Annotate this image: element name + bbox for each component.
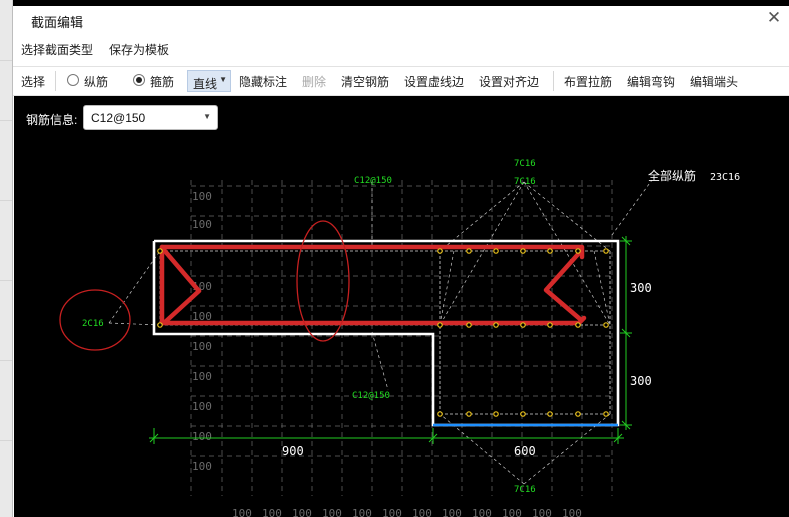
annotation-bottom: 7C16	[514, 485, 536, 495]
grid-label: 100	[472, 507, 492, 517]
title-bar: 截面编辑 ✕	[13, 6, 789, 33]
menu-bar: 选择截面类型 保存为模板	[13, 37, 789, 59]
grid-label: 100	[192, 400, 212, 413]
dimension-labels: 300 300 900 600	[282, 281, 652, 458]
annotation-top-1: 7C16	[514, 159, 536, 169]
grid-label: 100	[562, 507, 582, 517]
annotation-top-2: 7C16	[514, 177, 536, 187]
grid-label: 100	[352, 507, 372, 517]
grid-label: 100	[192, 430, 212, 443]
window-title: 截面编辑	[31, 15, 84, 30]
delete-button[interactable]: 删除	[302, 73, 326, 90]
set-align-edge-button[interactable]: 设置对齐边	[479, 73, 539, 90]
set-virtual-edge-button[interactable]: 设置虚线边	[404, 73, 464, 90]
annotation-left: 2C16	[82, 319, 104, 329]
section-drawing: 100 100 100 100 100 100 100 100 100 100 …	[59, 159, 740, 517]
dim-bottom-right: 600	[514, 444, 536, 458]
stirrup-line	[159, 244, 587, 326]
grid-label: 100	[412, 507, 432, 517]
grid-label: 100	[322, 507, 342, 517]
dim-right-bottom: 300	[630, 374, 652, 388]
grid-lines	[190, 180, 614, 496]
stirrup-radio[interactable]	[133, 74, 145, 86]
grid-label: 100	[262, 507, 282, 517]
line-mode-label: 直线	[193, 77, 218, 91]
grid-labels: 100 100 100 100 100 100 100 100 100 100 …	[192, 190, 582, 517]
grid-label: 100	[232, 507, 252, 517]
close-icon[interactable]: ✕	[764, 8, 784, 28]
edit-end-button[interactable]: 编辑端头	[690, 73, 738, 90]
hide-dims-button[interactable]: 隐藏标注	[239, 73, 287, 90]
menu-save-as-template[interactable]: 保存为模板	[109, 41, 169, 58]
stirrup-label[interactable]: 箍筋	[150, 73, 174, 90]
grid-label: 100	[192, 340, 212, 353]
toolbar-separator	[553, 71, 554, 91]
longitudinal-label[interactable]: 纵筋	[84, 73, 108, 90]
toolbar: 选择 纵筋 箍筋 直线 ▼ 隐藏标注 删除 清空钢筋 设置虚线边 设置对齐边 布…	[13, 66, 789, 96]
select-tool[interactable]: 选择	[21, 73, 45, 90]
line-mode-dropdown[interactable]: 直线 ▼	[187, 70, 231, 92]
grid-label: 100	[192, 190, 212, 203]
grid-label: 100	[192, 218, 212, 231]
dimension-lines	[149, 236, 632, 444]
dim-right-top: 300	[630, 281, 652, 295]
drawing-canvas[interactable]: 钢筋信息: C12@150 ▼ 100 100 100 100 100 100 …	[14, 96, 789, 517]
inner-dashed-lines	[159, 250, 611, 415]
longitudinal-radio[interactable]	[67, 74, 79, 86]
all-longitudinal-label: 全部纵筋	[648, 168, 696, 183]
grid-label: 100	[192, 370, 212, 383]
grid-label: 100	[292, 507, 312, 517]
grid-label: 100	[442, 507, 462, 517]
annotation-stirrup-bottom: C12@150	[352, 391, 390, 401]
place-tie-button[interactable]: 布置拉筋	[564, 73, 612, 90]
grid-label: 100	[382, 507, 402, 517]
dim-bottom-left: 900	[282, 444, 304, 458]
grid-label: 100	[192, 460, 212, 473]
edit-hook-button[interactable]: 编辑弯钩	[627, 73, 675, 90]
toolbar-separator	[55, 71, 56, 91]
menu-select-section-type[interactable]: 选择截面类型	[21, 41, 93, 58]
annotation-stirrup-top: C12@150	[354, 176, 392, 186]
chevron-down-icon: ▼	[219, 75, 227, 84]
grid-label: 100	[502, 507, 522, 517]
clear-rebar-button[interactable]: 清空钢筋	[341, 73, 389, 90]
grid-label: 100	[532, 507, 552, 517]
all-longitudinal-value: 23C16	[710, 172, 740, 183]
